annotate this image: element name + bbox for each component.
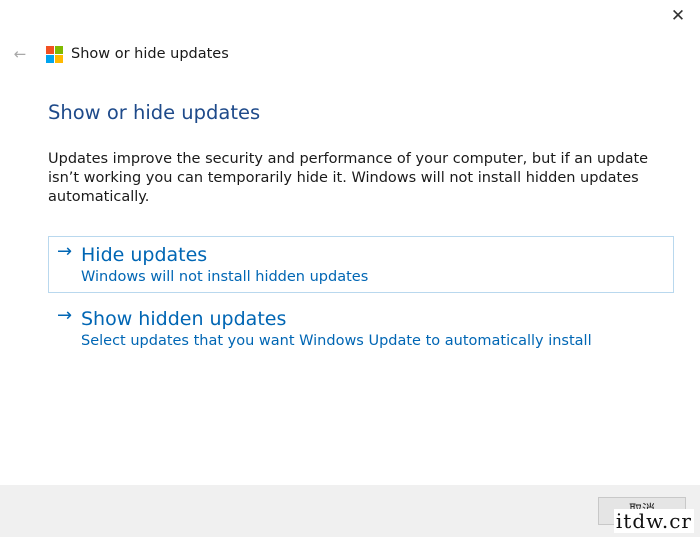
logo-square-yellow <box>55 54 63 63</box>
back-arrow-icon[interactable]: ← <box>10 44 30 64</box>
close-icon[interactable]: ✕ <box>668 6 688 26</box>
arrow-right-icon: → <box>57 305 73 326</box>
logo-square-green <box>55 45 63 54</box>
option-subtitle: Windows will not install hidden updates <box>81 269 369 285</box>
arrow-right-icon: → <box>57 241 73 262</box>
show-hidden-updates-option[interactable]: → Show hidden updates Select updates tha… <box>48 300 674 357</box>
dialog-window: ✕ ← Show or hide updates Show or hide up… <box>0 0 700 537</box>
titlebar: ← Show or hide updates <box>10 42 229 66</box>
hide-updates-option[interactable]: → Hide updates Windows will not install … <box>48 236 674 293</box>
window-title: Show or hide updates <box>71 46 229 62</box>
page-description: Updates improve the security and perform… <box>48 151 649 205</box>
option-title: Show hidden updates <box>81 308 287 330</box>
option-subtitle: Select updates that you want Windows Upd… <box>81 333 592 349</box>
page-heading: Show or hide updates <box>48 101 261 124</box>
option-title: Hide updates <box>81 244 208 266</box>
watermark-text: itdw.cr <box>613 509 694 533</box>
windows-logo-icon <box>46 45 63 63</box>
logo-square-blue <box>46 54 54 63</box>
dialog-footer: 取消 <box>0 485 700 537</box>
logo-square-red <box>46 45 54 54</box>
